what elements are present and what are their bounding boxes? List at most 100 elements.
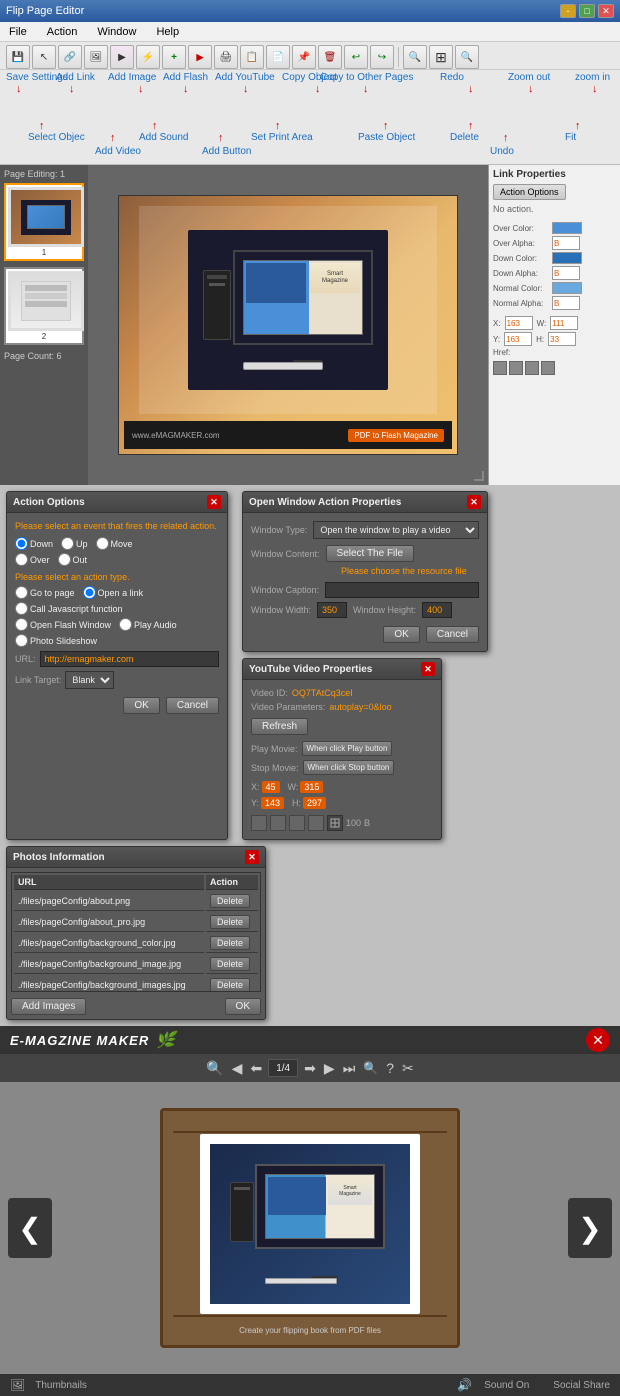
action-playaudio[interactable]: Play Audio xyxy=(119,618,177,631)
delete-photo-5[interactable]: Delete xyxy=(210,978,250,992)
stop-movie-btn[interactable]: When click Stop button xyxy=(303,760,395,775)
action-gotopage[interactable]: Go to page xyxy=(15,586,75,599)
delete-photo-4[interactable]: Delete xyxy=(210,957,250,971)
normal-color-swatch[interactable] xyxy=(552,282,582,294)
viewer-close-btn[interactable]: ✕ xyxy=(586,1028,610,1052)
event-move[interactable]: Move xyxy=(96,537,133,550)
event-out[interactable]: Out xyxy=(58,553,88,566)
y-input[interactable] xyxy=(504,332,532,346)
next-ctrl[interactable]: ▶ xyxy=(322,1060,337,1077)
crop-ctrl[interactable]: ✂ xyxy=(400,1060,416,1077)
refresh-btn[interactable]: Refresh xyxy=(251,718,308,735)
icon1[interactable] xyxy=(493,361,507,375)
page-thumb-1[interactable]: 1 xyxy=(4,183,84,261)
page-thumb-2[interactable]: 2 xyxy=(4,267,84,345)
close-btn[interactable]: ✕ xyxy=(598,4,614,18)
x-input[interactable] xyxy=(505,316,533,330)
redo-btn[interactable]: ↪ xyxy=(370,45,394,69)
action-ok-btn[interactable]: OK xyxy=(123,697,159,714)
window-height-input[interactable] xyxy=(422,602,452,618)
action-slideshow[interactable]: Photo Slideshow xyxy=(15,634,97,647)
down-alpha-input[interactable] xyxy=(552,266,580,280)
delete-photo-1[interactable]: Delete xyxy=(210,894,250,908)
add-btn[interactable]: + xyxy=(162,45,186,69)
event-up[interactable]: Up xyxy=(61,537,88,550)
event-down[interactable]: Down xyxy=(15,537,53,550)
open-window-cancel-btn[interactable]: Cancel xyxy=(426,626,479,643)
step-back-ctrl[interactable]: ⬅ xyxy=(248,1060,264,1077)
w-input[interactable] xyxy=(550,316,578,330)
zoom-out-ctrl[interactable]: 🔍 xyxy=(361,1061,380,1075)
yt-icon5[interactable] xyxy=(327,815,343,831)
save-btn[interactable]: 💾 xyxy=(6,45,30,69)
menu-window[interactable]: Window xyxy=(92,24,141,40)
delete-photo-3[interactable]: Delete xyxy=(210,936,250,950)
action-openflash[interactable]: Open Flash Window xyxy=(15,618,111,631)
add-images-btn[interactable]: Add Images xyxy=(11,998,86,1015)
minimize-btn[interactable]: - xyxy=(560,4,576,18)
photos-ok-btn[interactable]: OK xyxy=(225,998,261,1015)
fit-btn[interactable]: ⊞ xyxy=(429,45,453,69)
maximize-btn[interactable]: □ xyxy=(579,4,595,18)
link-btn[interactable]: 🔗 xyxy=(58,45,82,69)
icon3[interactable] xyxy=(525,361,539,375)
url-input[interactable] xyxy=(40,651,219,667)
resize-handle[interactable] xyxy=(474,471,484,481)
zoomout-btn[interactable]: 🔍 xyxy=(403,45,427,69)
icon4[interactable] xyxy=(541,361,555,375)
help-ctrl[interactable]: ? xyxy=(384,1060,396,1076)
window-caption-input[interactable] xyxy=(325,582,479,598)
open-window-ok-btn[interactable]: OK xyxy=(383,626,419,643)
select-btn[interactable]: ↖ xyxy=(32,45,56,69)
yt-icon4[interactable] xyxy=(308,815,324,831)
zoom-in-ctrl[interactable]: 🔍 xyxy=(204,1060,225,1077)
share-label[interactable]: Social Share xyxy=(553,1380,610,1391)
zoomin-btn[interactable]: 🔍 xyxy=(455,45,479,69)
icon2[interactable] xyxy=(509,361,523,375)
action-openlink[interactable]: Open a link xyxy=(83,586,144,599)
select-file-btn[interactable]: Select The File xyxy=(326,545,415,562)
viewer-nav-left[interactable]: ❮ xyxy=(8,1198,52,1258)
event-over[interactable]: Over xyxy=(15,553,50,566)
link-target-select[interactable]: Blank Self xyxy=(65,671,114,689)
prev-ctrl[interactable]: ◀ xyxy=(230,1060,245,1077)
sound-label[interactable]: Sound On xyxy=(484,1380,529,1391)
viewer-nav-right[interactable]: ❯ xyxy=(568,1198,612,1258)
h-input[interactable] xyxy=(548,332,576,346)
over-alpha-input[interactable] xyxy=(552,236,580,250)
copy-other-btn[interactable]: 📋 xyxy=(240,45,264,69)
yt-icon1[interactable] xyxy=(251,815,267,831)
last-ctrl[interactable]: ⏭ xyxy=(341,1060,358,1077)
undo-btn[interactable]: ↩ xyxy=(344,45,368,69)
copy-obj-btn[interactable]: 📄 xyxy=(266,45,290,69)
action-options-close[interactable]: ✕ xyxy=(207,495,221,509)
yt-icon2[interactable] xyxy=(270,815,286,831)
action-options-btn[interactable]: Action Options xyxy=(493,184,566,200)
video-btn[interactable]: ▶ xyxy=(110,45,134,69)
normal-alpha-input[interactable] xyxy=(552,296,580,310)
delete-btn[interactable]: 🗑 xyxy=(318,45,342,69)
thumbnails-label[interactable]: Thumbnails xyxy=(35,1380,87,1391)
menu-action[interactable]: Action xyxy=(42,24,83,40)
flash-btn[interactable]: ⚡ xyxy=(136,45,160,69)
youtube-close[interactable]: ✕ xyxy=(421,662,435,676)
photos-close[interactable]: ✕ xyxy=(245,850,259,864)
menu-file[interactable]: File xyxy=(4,24,32,40)
yt-icon3[interactable] xyxy=(289,815,305,831)
over-color-swatch[interactable] xyxy=(552,222,582,234)
youtube-btn[interactable]: ▶ xyxy=(188,45,212,69)
window-type-select[interactable]: Open the window to play a video xyxy=(313,521,479,539)
play-movie-btn[interactable]: When click Play button xyxy=(302,741,393,756)
open-window-close[interactable]: ✕ xyxy=(467,495,481,509)
down-color-swatch[interactable] xyxy=(552,252,582,264)
step-fwd-ctrl[interactable]: ➡ xyxy=(302,1060,318,1077)
icon-row xyxy=(493,361,616,375)
menu-help[interactable]: Help xyxy=(151,24,184,40)
image-btn[interactable]: 🖼 xyxy=(84,45,108,69)
print-btn[interactable]: 🖨 xyxy=(214,45,238,69)
window-width-input[interactable] xyxy=(317,602,347,618)
paste-btn[interactable]: 📌 xyxy=(292,45,316,69)
delete-photo-2[interactable]: Delete xyxy=(210,915,250,929)
action-cancel-btn[interactable]: Cancel xyxy=(166,697,219,714)
action-calljs[interactable]: Call Javascript function xyxy=(15,602,123,615)
